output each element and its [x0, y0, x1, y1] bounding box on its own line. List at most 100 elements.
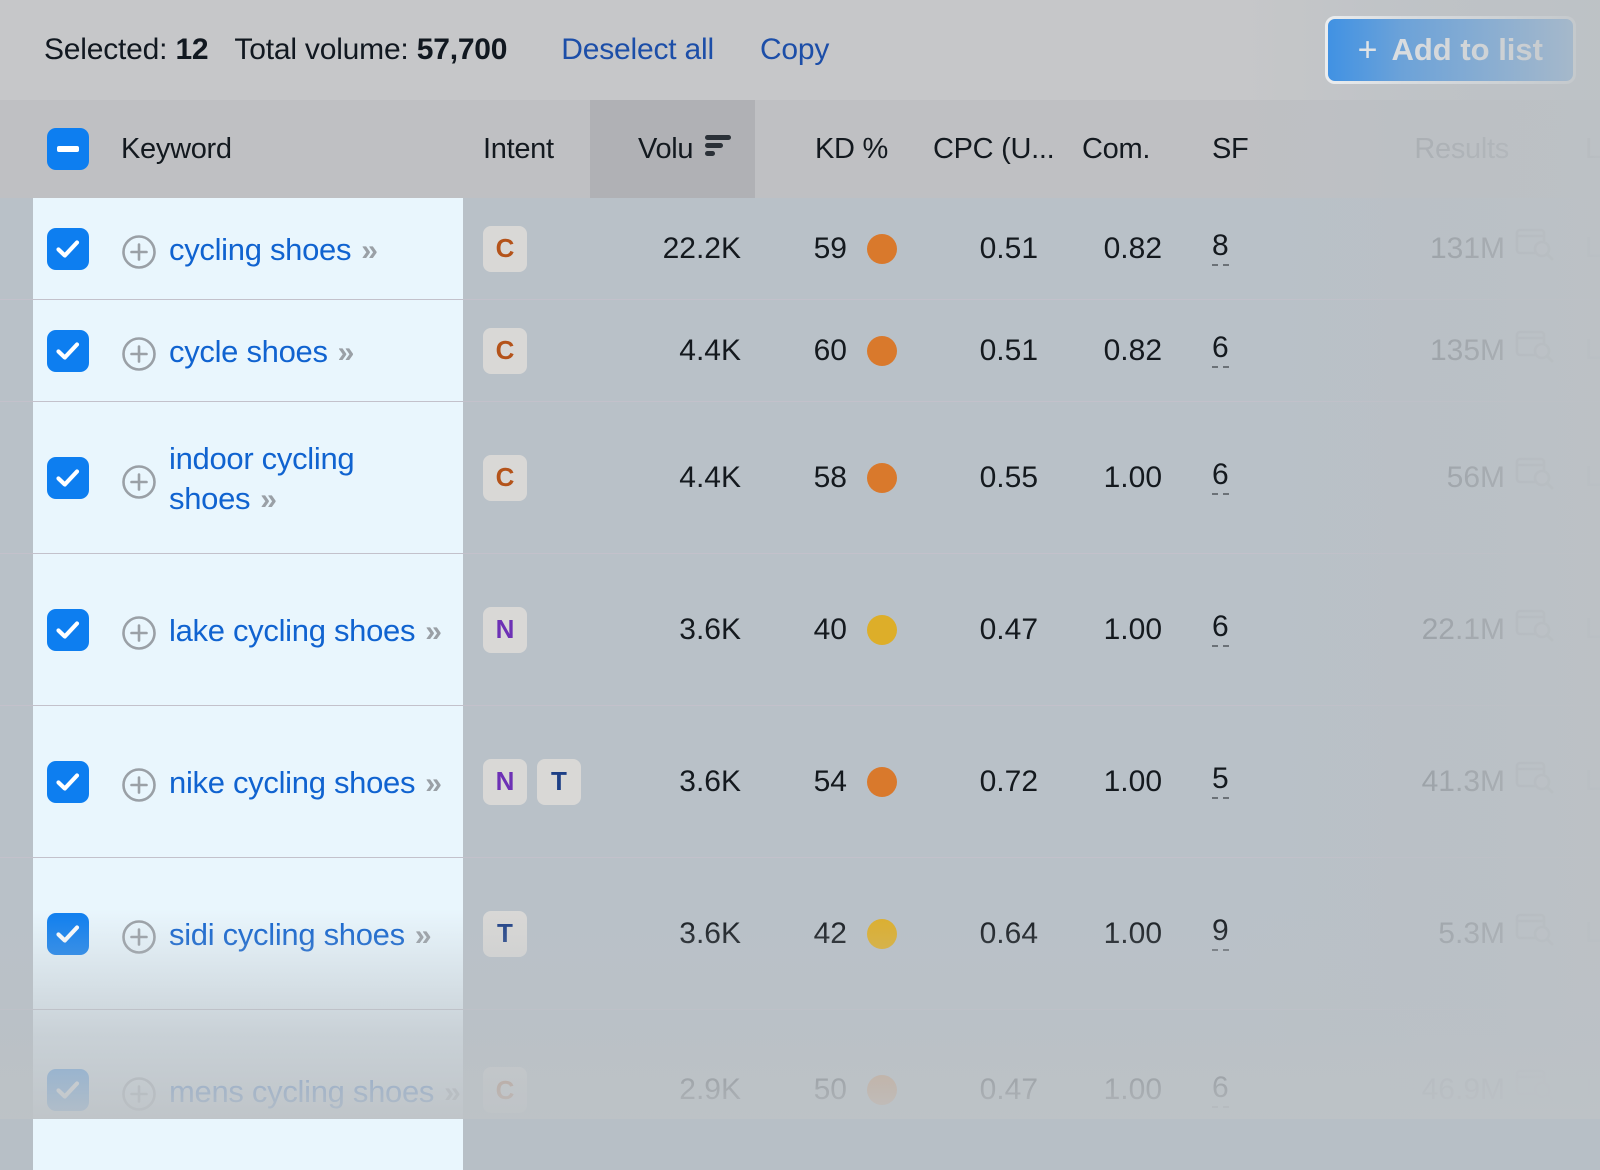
row-checkbox-cell[interactable]	[33, 198, 103, 299]
serp-cell[interactable]	[1515, 706, 1575, 857]
keyword-link[interactable]: nike cycling shoes»	[169, 763, 440, 803]
row-gutter	[0, 402, 33, 553]
last-update-cell: La	[1575, 858, 1600, 1009]
serp-cell[interactable]	[1515, 300, 1575, 401]
row-checkbox-cell[interactable]	[33, 858, 103, 1009]
header-com[interactable]: Com.	[1060, 100, 1190, 198]
table-row[interactable]: cycle shoes» C 4.4K 60 0.51 0.82 6 135M	[0, 300, 1600, 402]
intent-badge-c[interactable]: C	[483, 455, 527, 501]
intent-badge-c[interactable]: C	[483, 1067, 527, 1113]
intent-badge-n[interactable]: N	[483, 759, 527, 805]
serp-cell[interactable]	[1515, 198, 1575, 299]
row-checkbox-cell[interactable]	[33, 706, 103, 857]
serp-cell[interactable]	[1515, 1010, 1575, 1170]
header-sf[interactable]: SF	[1190, 100, 1300, 198]
row-checkbox[interactable]	[48, 914, 88, 954]
header-results[interactable]: Results	[1300, 100, 1515, 198]
table-row[interactable]: mens cycling shoes» C 2.9K 50 0.47 1.00 …	[0, 1010, 1600, 1170]
row-checkbox-cell[interactable]	[33, 300, 103, 401]
double-chevron-right-icon[interactable]: »	[361, 234, 376, 267]
plus-circle-icon[interactable]	[121, 767, 157, 803]
table-row[interactable]: lake cycling shoes» N 3.6K 40 0.47 1.00 …	[0, 554, 1600, 706]
serp-preview-icon[interactable]	[1515, 330, 1555, 372]
add-to-list-button[interactable]: + Add to list	[1325, 16, 1576, 84]
sf-cell[interactable]: 8	[1190, 198, 1300, 299]
row-checkbox-cell[interactable]	[33, 1010, 103, 1170]
serp-preview-icon[interactable]	[1515, 609, 1555, 651]
sf-value[interactable]: 6	[1212, 612, 1229, 647]
double-chevron-right-icon[interactable]: »	[260, 483, 275, 516]
sf-cell[interactable]: 6	[1190, 1010, 1300, 1170]
serp-preview-icon[interactable]	[1515, 1069, 1555, 1111]
double-chevron-right-icon[interactable]: »	[444, 1076, 459, 1109]
serp-cell[interactable]	[1515, 402, 1575, 553]
header-volume[interactable]: Volu	[590, 100, 755, 198]
row-checkbox[interactable]	[48, 331, 88, 371]
plus-circle-icon[interactable]	[121, 1076, 157, 1112]
keyword-link[interactable]: lake cycling shoes»	[169, 611, 440, 651]
sf-value[interactable]: 6	[1212, 333, 1229, 368]
kd-difficulty-dot-icon	[867, 1075, 897, 1105]
double-chevron-right-icon[interactable]: »	[338, 336, 353, 369]
sf-value[interactable]: 6	[1212, 460, 1229, 495]
intent-badge-t[interactable]: T	[483, 911, 527, 957]
double-chevron-right-icon[interactable]: »	[425, 615, 440, 648]
row-checkbox-cell[interactable]	[33, 554, 103, 705]
deselect-all-button[interactable]: Deselect all	[561, 33, 714, 67]
header-cpc[interactable]: CPC (U...	[915, 100, 1060, 198]
intent-badge-c[interactable]: C	[483, 226, 527, 272]
row-checkbox[interactable]	[48, 1070, 88, 1110]
table-row[interactable]: indoor cycling shoes» C 4.4K 58 0.55 1.0…	[0, 402, 1600, 554]
select-all-checkbox-cell[interactable]	[33, 100, 103, 198]
serp-preview-icon[interactable]	[1515, 913, 1555, 955]
copy-button[interactable]: Copy	[760, 33, 829, 67]
plus-circle-icon[interactable]	[121, 615, 157, 651]
table-row[interactable]: nike cycling shoes» NT 3.6K 54 0.72 1.00…	[0, 706, 1600, 858]
row-checkbox-cell[interactable]	[33, 402, 103, 553]
serp-preview-icon[interactable]	[1515, 228, 1555, 270]
volume-value: 3.6K	[679, 917, 741, 951]
serp-preview-icon[interactable]	[1515, 457, 1555, 499]
table-row[interactable]: sidi cycling shoes» T 3.6K 42 0.64 1.00 …	[0, 858, 1600, 1010]
plus-circle-icon[interactable]	[121, 464, 157, 500]
plus-circle-icon[interactable]	[121, 919, 157, 955]
row-checkbox[interactable]	[48, 762, 88, 802]
sf-value[interactable]: 5	[1212, 764, 1229, 799]
results-value: 46.9M	[1422, 1073, 1505, 1107]
header-last-update[interactable]: La	[1575, 100, 1600, 198]
header-keyword[interactable]: Keyword	[103, 100, 465, 198]
keyword-link[interactable]: cycle shoes»	[169, 332, 352, 372]
sf-value[interactable]: 8	[1212, 231, 1229, 266]
serp-preview-icon[interactable]	[1515, 761, 1555, 803]
sf-cell[interactable]: 6	[1190, 402, 1300, 553]
sf-cell[interactable]: 5	[1190, 706, 1300, 857]
plus-circle-icon[interactable]	[121, 234, 157, 270]
row-checkbox[interactable]	[48, 229, 88, 269]
double-chevron-right-icon[interactable]: »	[425, 767, 440, 800]
header-kd[interactable]: KD %	[755, 100, 915, 198]
sf-value[interactable]: 6	[1212, 1073, 1229, 1108]
keyword-link[interactable]: mens cycling shoes»	[169, 1072, 459, 1112]
double-chevron-right-icon[interactable]: »	[415, 919, 430, 952]
sf-cell[interactable]: 6	[1190, 554, 1300, 705]
table-row[interactable]: cycling shoes» C 22.2K 59 0.51 0.82 8 13…	[0, 198, 1600, 300]
header-intent[interactable]: Intent	[465, 100, 590, 198]
serp-cell[interactable]	[1515, 858, 1575, 1009]
row-checkbox[interactable]	[48, 458, 88, 498]
intent-cell: N	[465, 554, 590, 705]
row-checkbox[interactable]	[48, 610, 88, 650]
keyword-link[interactable]: cycling shoes»	[169, 230, 376, 270]
select-all-checkbox[interactable]	[48, 129, 88, 169]
sf-value[interactable]: 9	[1212, 916, 1229, 951]
keyword-link[interactable]: indoor cycling shoes»	[169, 439, 465, 519]
sf-cell[interactable]: 6	[1190, 300, 1300, 401]
intent-badge-c[interactable]: C	[483, 328, 527, 374]
plus-icon: +	[1358, 33, 1378, 67]
serp-cell[interactable]	[1515, 554, 1575, 705]
intent-badge-t[interactable]: T	[537, 759, 581, 805]
sf-cell[interactable]: 9	[1190, 858, 1300, 1009]
plus-circle-icon[interactable]	[121, 336, 157, 372]
keyword-link[interactable]: sidi cycling shoes»	[169, 915, 430, 955]
results-cell: 41.3M	[1300, 706, 1515, 857]
intent-badge-n[interactable]: N	[483, 607, 527, 653]
